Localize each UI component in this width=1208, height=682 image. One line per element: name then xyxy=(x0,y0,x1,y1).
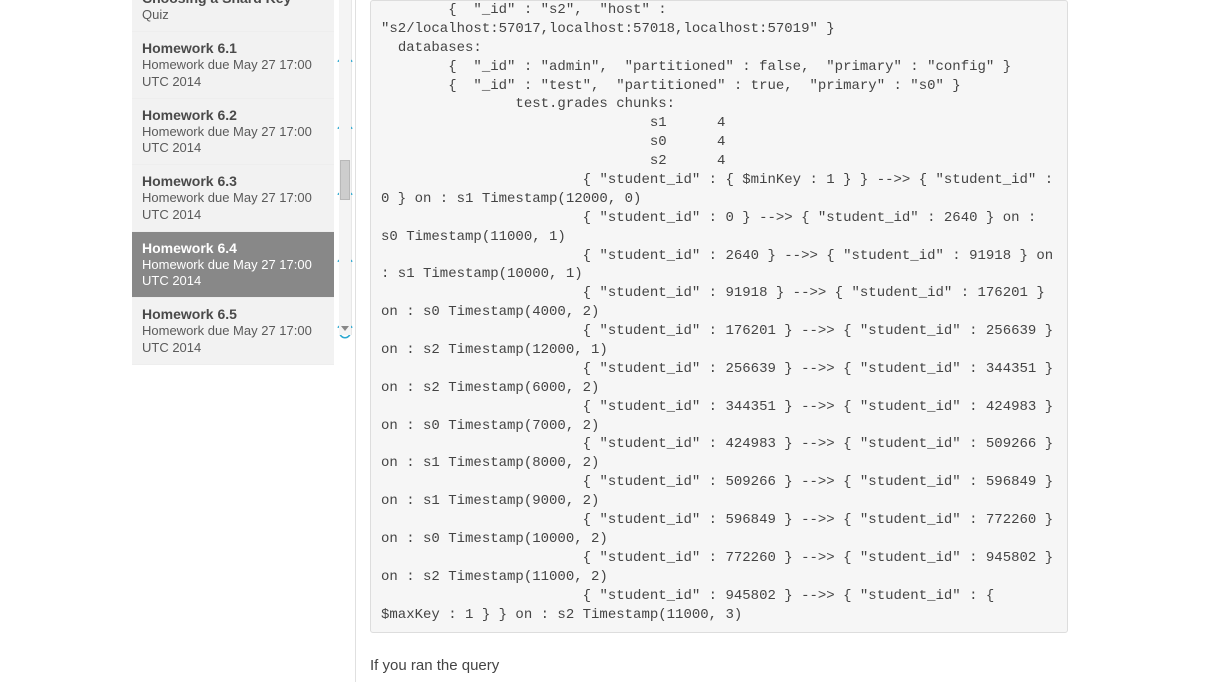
follow-text: If you ran the query xyxy=(370,657,1068,674)
sidebar-item-title: Homework 6.2 xyxy=(142,107,326,123)
sidebar-item-title: Homework 6.4 xyxy=(142,240,326,256)
sidebar-list: Choosing a Shard KeyQuizHomework 6.1Home… xyxy=(132,0,334,365)
sidebar-scrollbar[interactable] xyxy=(339,0,351,335)
sidebar-item-title: Homework 6.1 xyxy=(142,40,326,56)
sidebar-item-title: Choosing a Shard Key xyxy=(142,0,326,6)
sidebar-item[interactable]: Homework 6.2Homework due May 27 17:00 UT… xyxy=(132,99,334,166)
sidebar-item[interactable]: Homework 6.3Homework due May 27 17:00 UT… xyxy=(132,165,334,232)
sidebar-item[interactable]: Choosing a Shard KeyQuiz xyxy=(132,0,334,32)
sidebar-item[interactable]: Homework 6.5Homework due May 27 17:00 UT… xyxy=(132,298,334,365)
scroll-up-button[interactable] xyxy=(339,0,351,4)
sidebar-item-subtitle: Quiz xyxy=(142,7,326,23)
scrollbar-thumb[interactable] xyxy=(340,160,350,200)
sidebar-item-subtitle: Homework due May 27 17:00 UTC 2014 xyxy=(142,124,326,157)
scroll-down-button[interactable] xyxy=(339,321,351,335)
sidebar-item-subtitle: Homework due May 27 17:00 UTC 2014 xyxy=(142,57,326,90)
code-output: { "_id" : "s2", "host" : "s2/localhost:5… xyxy=(370,0,1068,633)
sidebar-item-title: Homework 6.3 xyxy=(142,173,326,189)
sidebar-item[interactable]: Homework 6.1Homework due May 27 17:00 UT… xyxy=(132,32,334,99)
sidebar-item-subtitle: Homework due May 27 17:00 UTC 2014 xyxy=(142,190,326,223)
sidebar-item-subtitle: Homework due May 27 17:00 UTC 2014 xyxy=(142,257,326,290)
sidebar-item-subtitle: Homework due May 27 17:00 UTC 2014 xyxy=(142,323,326,356)
sidebar-item-title: Homework 6.5 xyxy=(142,306,326,322)
sidebar-item[interactable]: Homework 6.4Homework due May 27 17:00 UT… xyxy=(132,232,334,299)
